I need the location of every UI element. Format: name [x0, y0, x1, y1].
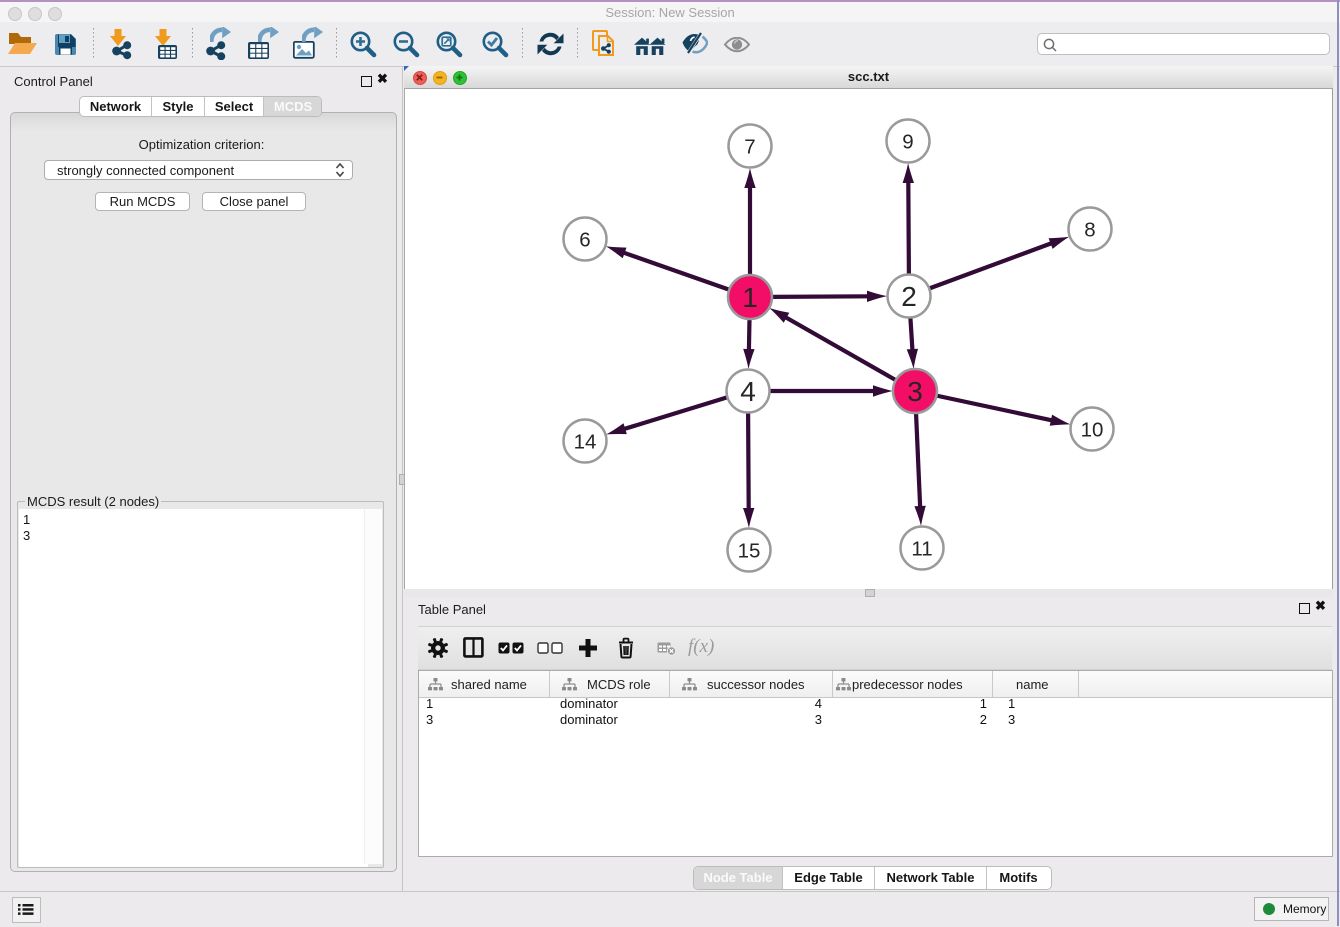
- svg-text:2: 2: [901, 281, 917, 312]
- svg-text:4: 4: [740, 376, 756, 407]
- svg-text:11: 11: [911, 538, 932, 561]
- svg-text:10: 10: [1081, 419, 1104, 442]
- svg-text:3: 3: [907, 376, 923, 407]
- svg-text:8: 8: [1084, 219, 1095, 242]
- svg-text:1: 1: [742, 282, 758, 313]
- svg-text:7: 7: [744, 136, 755, 159]
- svg-text:14: 14: [574, 431, 597, 454]
- svg-text:15: 15: [738, 540, 761, 563]
- svg-text:9: 9: [902, 131, 913, 154]
- svg-text:6: 6: [579, 229, 590, 252]
